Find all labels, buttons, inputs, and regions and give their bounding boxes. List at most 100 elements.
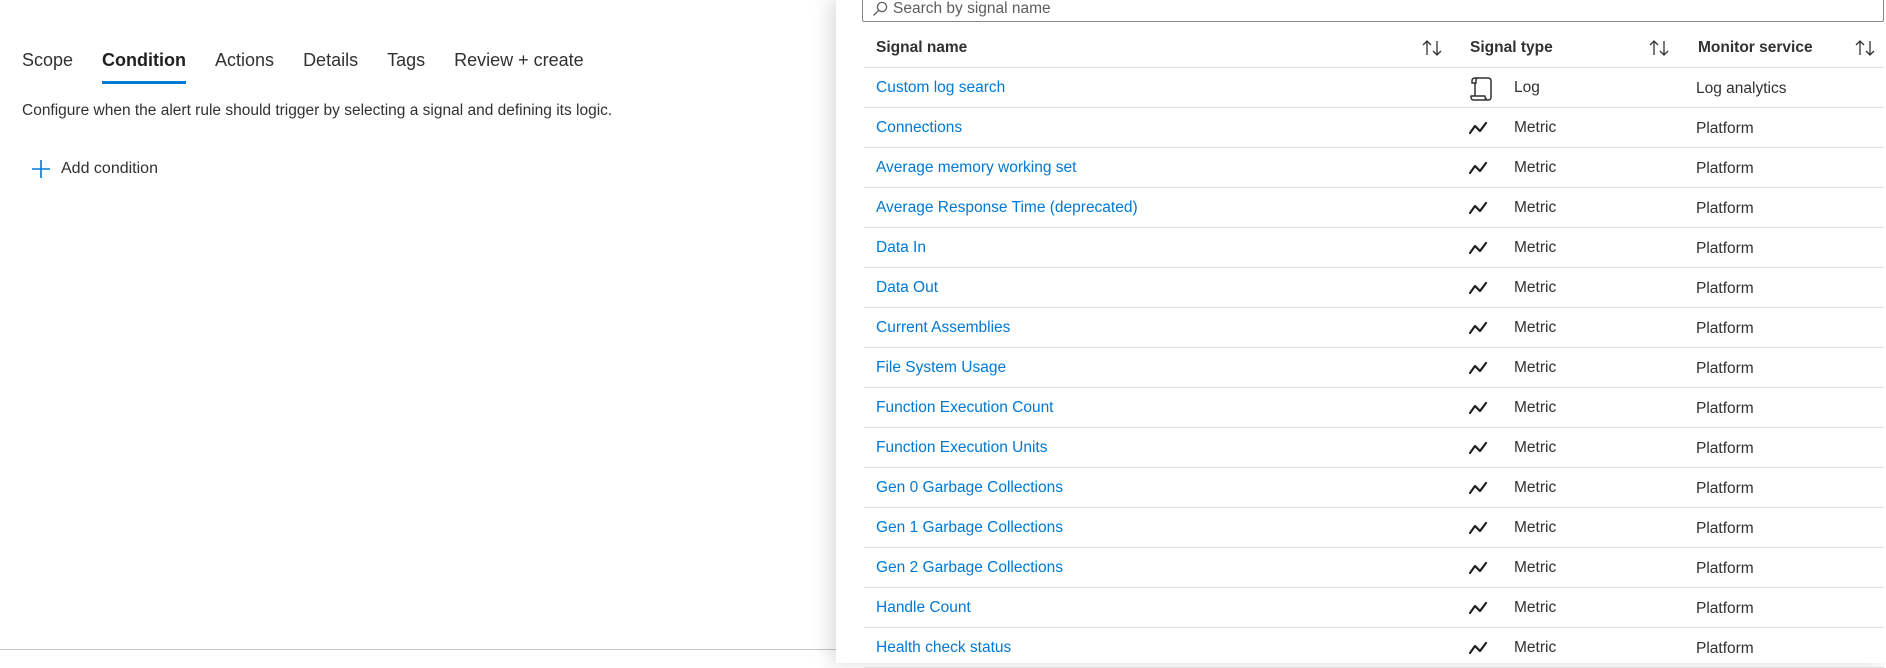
sort-arrows-icon[interactable] (1854, 39, 1876, 57)
signal-name-link[interactable]: Data In (876, 239, 926, 257)
metric-icon (1469, 281, 1488, 295)
table-row[interactable]: Data Out Metric Platform (864, 268, 1884, 308)
monitor-service: Platform (1696, 160, 1754, 177)
metric-icon (1469, 161, 1488, 175)
monitor-service: Platform (1696, 200, 1754, 217)
monitor-service: Platform (1696, 440, 1754, 457)
table-row[interactable]: Function Execution Count Metric Platform (864, 388, 1884, 428)
signal-type: Metric (1514, 399, 1557, 416)
tab-tags[interactable]: Tags (387, 50, 425, 84)
signal-type: Metric (1514, 479, 1557, 496)
footer-divider (0, 649, 836, 650)
signal-type: Metric (1514, 319, 1557, 336)
signal-type: Metric (1514, 639, 1557, 656)
signal-type: Log (1514, 79, 1540, 96)
monitor-service: Platform (1696, 560, 1754, 577)
search-input[interactable] (893, 0, 1593, 18)
signal-type: Metric (1514, 359, 1557, 376)
search-icon (873, 1, 888, 16)
signal-name-link[interactable]: Gen 2 Garbage Collections (876, 559, 1063, 577)
metric-icon (1469, 481, 1488, 495)
metric-icon (1469, 201, 1488, 215)
monitor-service: Platform (1696, 640, 1754, 657)
monitor-service: Platform (1696, 320, 1754, 337)
monitor-service: Platform (1696, 480, 1754, 497)
alert-rule-pane: Scope Condition Actions Details Tags Rev… (0, 0, 836, 663)
signal-type: Metric (1514, 159, 1557, 176)
signal-name-link[interactable]: Connections (876, 119, 962, 137)
column-header-monitor-service[interactable]: Monitor service (1698, 39, 1813, 57)
metric-icon (1469, 561, 1488, 575)
log-icon (1470, 77, 1492, 101)
tab-details[interactable]: Details (303, 50, 358, 84)
metric-icon (1469, 401, 1488, 415)
signal-name-link[interactable]: Function Execution Count (876, 399, 1054, 417)
select-signal-panel: Signal name Signal type Monitor service … (836, 0, 1886, 668)
metric-icon (1469, 641, 1488, 655)
signal-name-link[interactable]: Custom log search (876, 79, 1005, 97)
signal-type: Metric (1514, 439, 1557, 456)
signal-table-body: Custom log search Log Log analytics Conn… (864, 68, 1884, 668)
signal-type: Metric (1514, 279, 1557, 296)
plus-icon (32, 160, 50, 178)
metric-icon (1469, 441, 1488, 455)
signal-name-link[interactable]: Gen 0 Garbage Collections (876, 479, 1063, 497)
signal-name-link[interactable]: Current Assemblies (876, 319, 1010, 337)
signal-name-link[interactable]: Average Response Time (deprecated) (876, 199, 1138, 217)
table-row[interactable]: Gen 2 Garbage Collections Metric Platfor… (864, 548, 1884, 588)
monitor-service: Platform (1696, 240, 1754, 257)
table-row[interactable]: Custom log search Log Log analytics (864, 68, 1884, 108)
signal-name-link[interactable]: Data Out (876, 279, 938, 297)
metric-icon (1469, 241, 1488, 255)
monitor-service: Platform (1696, 360, 1754, 377)
monitor-service: Log analytics (1696, 80, 1787, 97)
table-row[interactable]: Average memory working set Metric Platfo… (864, 148, 1884, 188)
tab-review-create[interactable]: Review + create (454, 50, 584, 84)
column-header-signal-name[interactable]: Signal name (876, 39, 967, 57)
signal-name-link[interactable]: File System Usage (876, 359, 1006, 377)
table-header: Signal name Signal type Monitor service (864, 28, 1884, 68)
tab-actions[interactable]: Actions (215, 50, 274, 84)
table-row[interactable]: Current Assemblies Metric Platform (864, 308, 1884, 348)
table-row[interactable]: Function Execution Units Metric Platform (864, 428, 1884, 468)
metric-icon (1469, 521, 1488, 535)
table-row[interactable]: File System Usage Metric Platform (864, 348, 1884, 388)
tab-scope[interactable]: Scope (22, 50, 73, 84)
signal-type: Metric (1514, 519, 1557, 536)
sort-arrows-icon[interactable] (1421, 39, 1443, 57)
monitor-service: Platform (1696, 280, 1754, 297)
signal-type: Metric (1514, 559, 1557, 576)
monitor-service: Platform (1696, 600, 1754, 617)
metric-icon (1469, 361, 1488, 375)
signal-name-link[interactable]: Function Execution Units (876, 439, 1047, 457)
signal-type: Metric (1514, 239, 1557, 256)
monitor-service: Platform (1696, 120, 1754, 137)
signal-type: Metric (1514, 119, 1557, 136)
signal-name-link[interactable]: Health check status (876, 639, 1011, 657)
table-row[interactable]: Gen 0 Garbage Collections Metric Platfor… (864, 468, 1884, 508)
tab-condition[interactable]: Condition (102, 50, 186, 84)
monitor-service: Platform (1696, 400, 1754, 417)
table-row[interactable]: Gen 1 Garbage Collections Metric Platfor… (864, 508, 1884, 548)
table-row[interactable]: Health check status Metric Platform (864, 628, 1884, 668)
signal-name-link[interactable]: Handle Count (876, 599, 971, 617)
add-condition-button[interactable]: Add condition (30, 158, 158, 180)
condition-description: Configure when the alert rule should tri… (22, 102, 613, 119)
column-header-signal-type[interactable]: Signal type (1470, 39, 1553, 57)
metric-icon (1469, 601, 1488, 615)
table-row[interactable]: Handle Count Metric Platform (864, 588, 1884, 628)
table-row[interactable]: Connections Metric Platform (864, 108, 1884, 148)
search-box[interactable] (862, 0, 1884, 22)
signal-name-link[interactable]: Gen 1 Garbage Collections (876, 519, 1063, 537)
add-condition-label: Add condition (61, 160, 158, 177)
sort-arrows-icon[interactable] (1648, 39, 1670, 57)
table-row[interactable]: Data In Metric Platform (864, 228, 1884, 268)
signal-name-link[interactable]: Average memory working set (876, 159, 1076, 177)
signal-type: Metric (1514, 199, 1557, 216)
monitor-service: Platform (1696, 520, 1754, 537)
signal-type: Metric (1514, 599, 1557, 616)
metric-icon (1469, 321, 1488, 335)
metric-icon (1469, 121, 1488, 135)
wizard-tabs: Scope Condition Actions Details Tags Rev… (22, 50, 613, 84)
table-row[interactable]: Average Response Time (deprecated) Metri… (864, 188, 1884, 228)
